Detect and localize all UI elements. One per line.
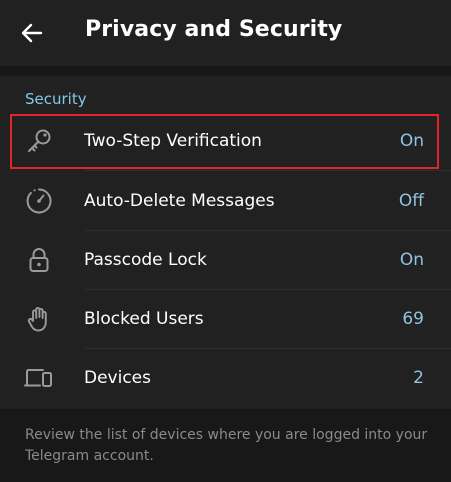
top-app-bar: Privacy and Security — [0, 0, 451, 66]
row-value: On — [399, 250, 424, 270]
page-title: Privacy and Security — [85, 17, 343, 42]
arrow-left-icon — [21, 23, 43, 43]
row-value: 2 — [413, 368, 424, 388]
section-header-security: Security — [25, 90, 87, 108]
row-divider — [84, 170, 451, 171]
row-value: On — [399, 131, 424, 151]
devices-footer-note: Review the list of devices where you are… — [25, 427, 428, 464]
two-step-verification-row[interactable]: Two-Step Verification On — [0, 112, 451, 171]
row-label: Passcode Lock — [84, 250, 207, 270]
devices-icon — [23, 362, 55, 394]
back-button[interactable] — [14, 15, 50, 51]
row-value: Off — [398, 191, 424, 211]
row-value: 69 — [402, 309, 424, 329]
hand-icon — [23, 303, 55, 335]
row-label: Auto-Delete Messages — [84, 191, 275, 211]
key-icon — [23, 125, 55, 157]
row-label: Blocked Users — [84, 309, 204, 329]
row-label: Two-Step Verification — [84, 131, 262, 151]
blocked-users-row[interactable]: Blocked Users 69 — [0, 290, 451, 349]
timer-icon — [23, 185, 55, 217]
lock-icon — [23, 244, 55, 276]
passcode-lock-row[interactable]: Passcode Lock On — [0, 231, 451, 290]
auto-delete-messages-row[interactable]: Auto-Delete Messages Off — [0, 172, 451, 231]
devices-row[interactable]: Devices 2 — [0, 349, 451, 408]
row-label: Devices — [84, 368, 151, 388]
